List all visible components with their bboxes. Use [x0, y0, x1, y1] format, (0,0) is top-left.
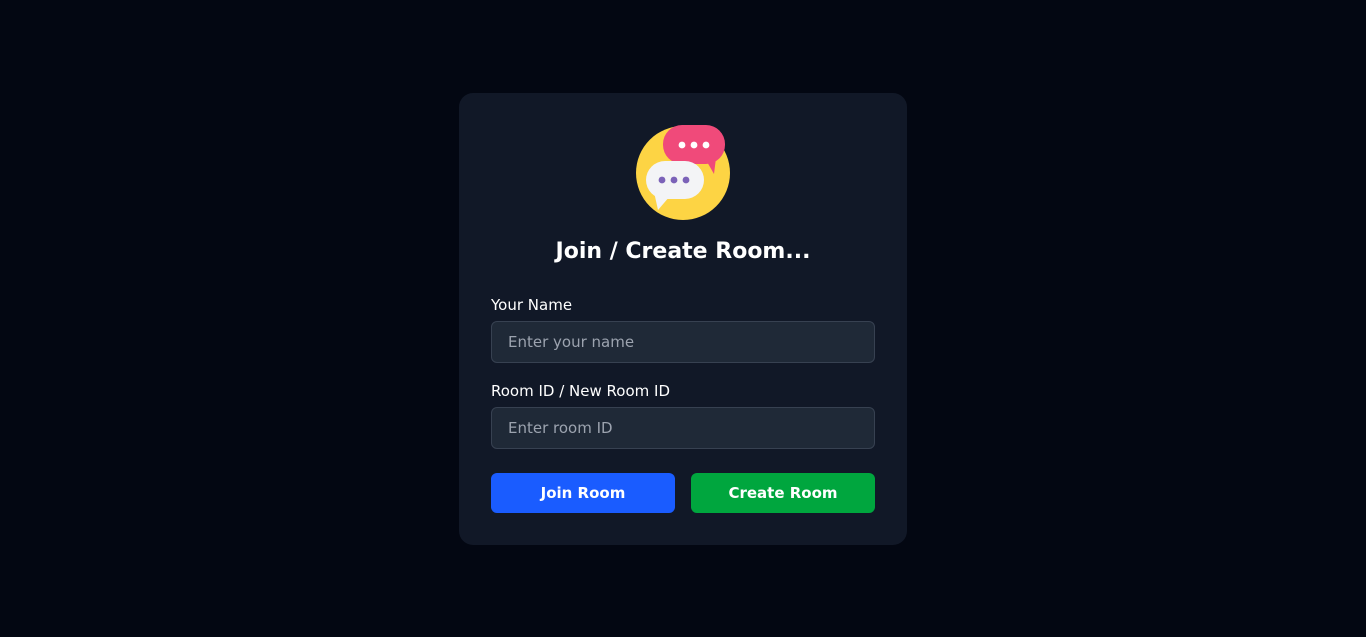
name-field-label: Your Name [491, 296, 573, 314]
room-id-field-label: Room ID / New Room ID [491, 382, 670, 400]
room-id-input[interactable] [491, 407, 875, 449]
join-room-button[interactable]: Join Room [491, 473, 675, 513]
page-background: Join / Create Room... Your Name Room ID … [0, 0, 1366, 637]
join-room-card: Join / Create Room... Your Name Room ID … [459, 93, 907, 545]
name-input[interactable] [491, 321, 875, 363]
chat-bubbles-icon [636, 124, 732, 220]
create-room-button[interactable]: Create Room [691, 473, 875, 513]
page-title: Join / Create Room... [555, 239, 811, 264]
